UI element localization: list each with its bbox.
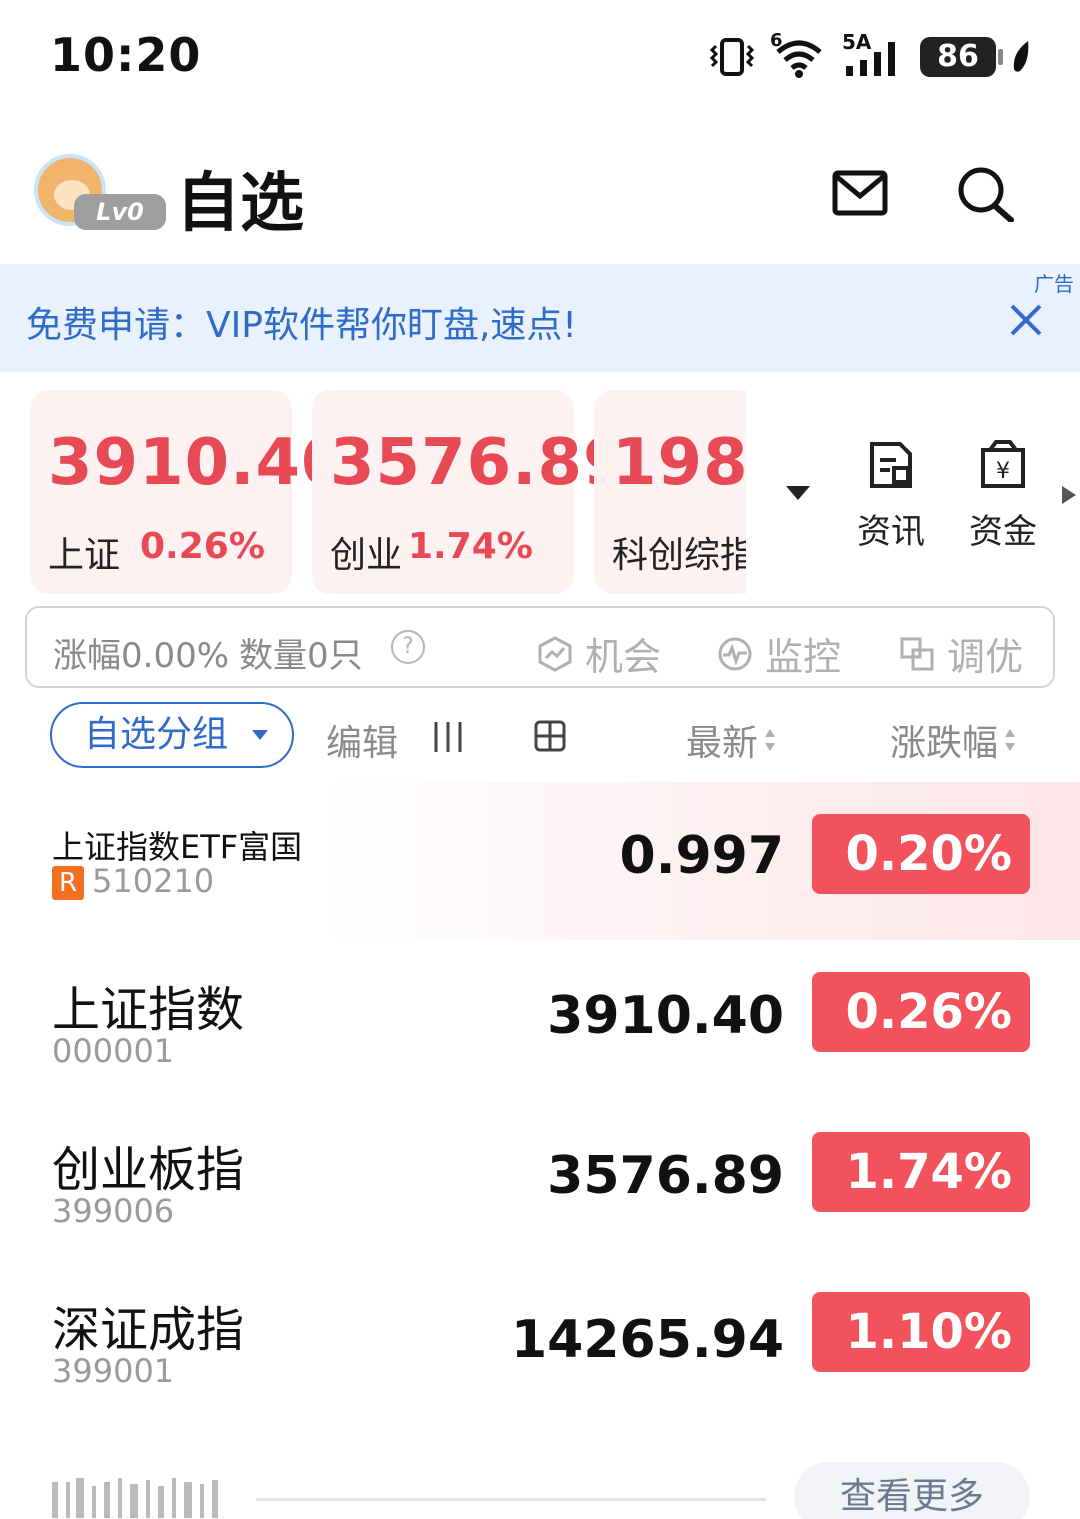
stock-code: 399001: [52, 1352, 175, 1390]
help-icon[interactable]: ?: [391, 630, 425, 664]
opportunity-label: 机会: [585, 635, 662, 679]
news-button[interactable]: 资讯: [846, 440, 936, 560]
sort-icon: [1005, 729, 1016, 751]
stock-name: 上证指数: [52, 982, 245, 1038]
wifi-label: 6: [770, 30, 783, 51]
ad-tag: 广告: [1034, 272, 1074, 296]
monitor-button[interactable]: 监控: [717, 626, 841, 681]
caret-down-icon: [252, 730, 268, 740]
group-dropdown[interactable]: 自选分组: [50, 702, 294, 768]
index-card-shanghai[interactable]: 3910.40 上证 0.26%: [30, 390, 346, 594]
table-row[interactable]: 上证指数 000001 3910.40 0.26%: [0, 942, 1080, 1100]
stock-price: 0.997: [619, 826, 784, 886]
r-badge: R: [52, 866, 84, 900]
signal-icon: 5A: [842, 30, 906, 78]
change-badge[interactable]: 1.74%: [812, 1132, 1030, 1212]
view-more-button[interactable]: 查看更多: [794, 1462, 1030, 1519]
search-icon[interactable]: [955, 166, 1015, 222]
sort-change[interactable]: 涨跌幅: [890, 714, 1016, 766]
close-icon[interactable]: [1006, 300, 1046, 340]
fund-icon: ¥: [981, 440, 1025, 488]
sort-icon: [765, 729, 776, 751]
avatar[interactable]: Lv0: [34, 154, 166, 230]
pulse-icon: [718, 637, 752, 670]
index-value: 3910.40: [48, 426, 347, 500]
stats-change: 涨幅0.00%: [53, 636, 230, 676]
index-card-star[interactable]: 1989 科创综指: [594, 390, 746, 594]
monitor-label: 监控: [765, 635, 842, 679]
trend-icon: [538, 635, 572, 672]
table-row[interactable]: 上证指数ETF富国 R 510210 0.997 0.20%: [0, 782, 1080, 940]
optimize-icon: [900, 637, 934, 670]
status-time: 10:20: [50, 28, 202, 82]
edit-button[interactable]: 编辑: [326, 714, 398, 766]
index-value: 3576.89: [330, 426, 629, 500]
divider: [256, 1498, 766, 1501]
index-name: 创业: [330, 535, 403, 576]
sort-latest-label: 最新: [686, 723, 759, 764]
level-badge: Lv0: [74, 194, 166, 230]
change-badge[interactable]: 1.10%: [812, 1292, 1030, 1372]
status-icons: 6 5A 86: [708, 30, 1032, 80]
ad-banner[interactable]: 免费申请：VIP软件帮你盯盘,速点! 广告: [0, 264, 1080, 372]
vibrate-icon: [709, 38, 755, 76]
stock-code: 510210: [92, 862, 215, 900]
news-label: 资讯: [857, 512, 925, 552]
wifi-icon: 6: [770, 30, 828, 78]
fund-label: 资金: [969, 512, 1037, 552]
chevron-right-icon[interactable]: [1062, 486, 1076, 504]
table-row[interactable]: 创业板指 399006 3576.89 1.74%: [0, 1102, 1080, 1260]
barcode-graphic: [52, 1478, 218, 1518]
stock-code: 399006: [52, 1192, 175, 1230]
stock-price: 3910.40: [547, 986, 784, 1046]
page-title: 自选: [176, 167, 304, 241]
group-label: 自选分组: [84, 714, 229, 755]
chevron-down-icon[interactable]: [786, 486, 810, 500]
grid-icon[interactable]: [534, 720, 566, 752]
stats-bar: 涨幅0.00% 数量0只 ? 机会 监控 调优: [25, 606, 1055, 688]
news-icon: [870, 442, 912, 488]
index-value: 1989: [612, 426, 746, 500]
stock-name: 深证成指: [52, 1302, 245, 1358]
sort-change-label: 涨跌幅: [890, 723, 999, 764]
change-badge[interactable]: 0.20%: [812, 814, 1030, 894]
stock-price: 14265.94: [510, 1310, 784, 1370]
list-toolbar: 自选分组 编辑 最新 涨跌幅: [0, 700, 1080, 776]
index-change: 0.26%: [140, 526, 265, 567]
index-name: 上证: [48, 535, 121, 576]
stock-price: 3576.89: [547, 1146, 784, 1206]
table-row[interactable]: 深证成指 399001 14265.94 1.10%: [0, 1262, 1080, 1420]
stock-code: 000001: [52, 1032, 175, 1070]
index-strip[interactable]: 3910.40 上证 0.26% 3576.89 创业 1.74% 1989 科…: [30, 390, 746, 596]
svg-text:¥: ¥: [996, 459, 1010, 484]
fund-button[interactable]: ¥ 资金: [958, 440, 1048, 560]
stats-count: 数量0只: [239, 636, 363, 676]
columns-icon[interactable]: [432, 720, 464, 754]
sort-latest[interactable]: 最新: [686, 714, 776, 766]
stock-name: 创业板指: [52, 1142, 245, 1198]
footer: 查看更多: [0, 1460, 1080, 1519]
ad-text[interactable]: 免费申请：VIP软件帮你盯盘,速点!: [26, 296, 577, 348]
battery-icon: 86: [920, 37, 1003, 77]
mail-icon[interactable]: [832, 170, 888, 216]
header: Lv0 自选: [0, 130, 1080, 260]
optimize-button[interactable]: 调优: [899, 626, 1023, 681]
index-section: 3910.40 上证 0.26% 3576.89 创业 1.74% 1989 科…: [0, 390, 1080, 596]
change-badge[interactable]: 0.26%: [812, 972, 1030, 1052]
battery-level: 86: [937, 39, 979, 74]
stock-code-line: R 510210: [52, 862, 214, 900]
index-name: 科创综指: [612, 535, 746, 576]
index-card-chinext[interactable]: 3576.89 创业 1.74%: [312, 390, 628, 594]
index-change: 1.74%: [408, 526, 533, 567]
optimize-label: 调优: [947, 635, 1024, 679]
opportunity-button[interactable]: 机会: [537, 626, 661, 681]
leaf-icon: [1013, 41, 1029, 72]
status-bar: 10:20 6 5A 86: [0, 0, 1080, 110]
